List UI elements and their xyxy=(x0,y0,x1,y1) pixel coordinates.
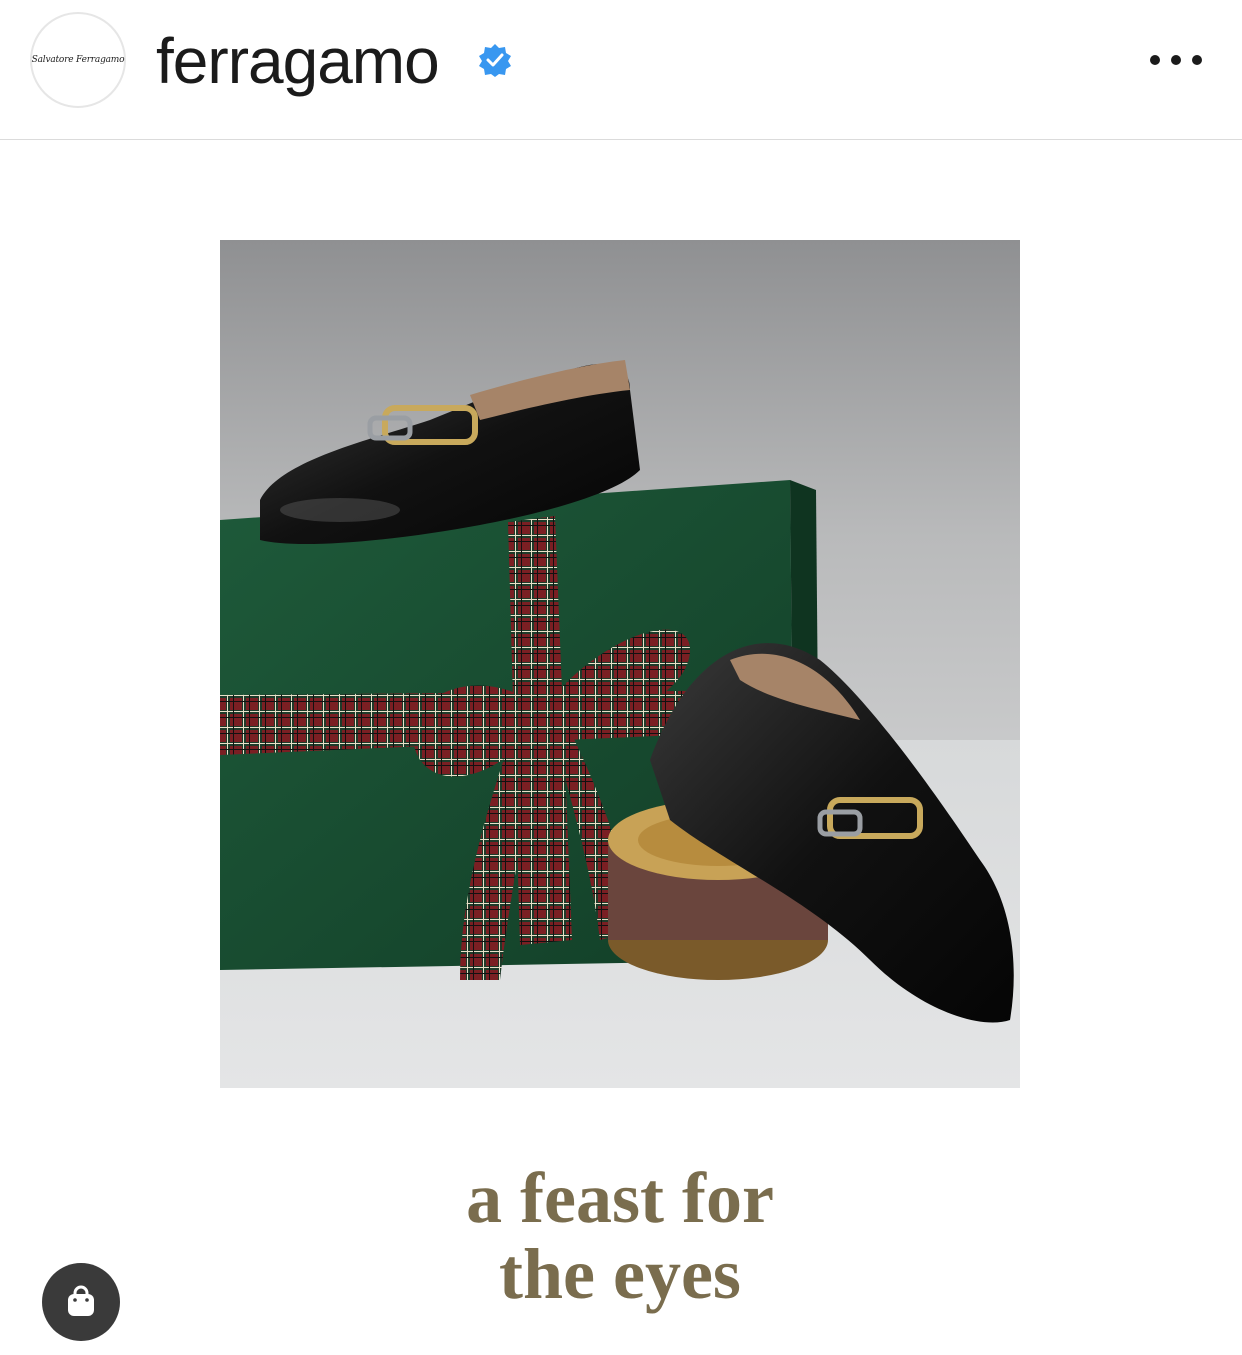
shopping-bag-button[interactable] xyxy=(42,1263,120,1341)
avatar-logo-text: Salvatore Ferragamo xyxy=(31,55,125,65)
username[interactable]: ferragamo xyxy=(156,26,440,96)
caption-line-1: a feast for xyxy=(466,1158,774,1238)
more-options-icon[interactable] xyxy=(1150,48,1202,72)
shopping-bag-icon xyxy=(68,1285,94,1316)
verified-badge-icon xyxy=(479,44,511,77)
post-image[interactable] xyxy=(220,240,1020,1088)
post-caption-graphic: a feast for the eyes xyxy=(300,1160,940,1312)
caption-line-2: the eyes xyxy=(499,1234,741,1314)
profile-avatar[interactable]: Salvatore Ferragamo xyxy=(30,12,126,108)
post-header: Salvatore Ferragamo ferragamo xyxy=(0,0,1242,140)
